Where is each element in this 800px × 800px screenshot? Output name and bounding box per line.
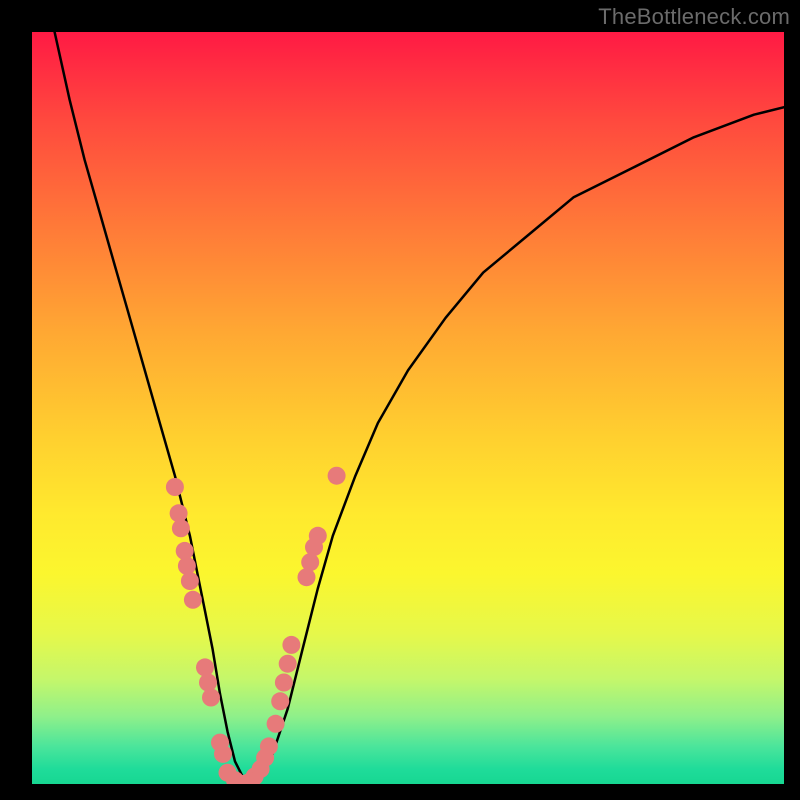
scatter-dot bbox=[282, 636, 300, 654]
chart-frame: TheBottleneck.com bbox=[0, 0, 800, 800]
scatter-dot bbox=[172, 519, 190, 537]
scatter-dot bbox=[199, 674, 217, 692]
scatter-dot bbox=[271, 692, 289, 710]
bottleneck-curve bbox=[55, 32, 784, 784]
chart-svg bbox=[32, 32, 784, 784]
scatter-dot bbox=[178, 557, 196, 575]
scatter-dot bbox=[328, 467, 346, 485]
scatter-dot bbox=[184, 591, 202, 609]
scatter-dot bbox=[260, 737, 278, 755]
scatter-dot bbox=[298, 568, 316, 586]
watermark-text: TheBottleneck.com bbox=[598, 4, 790, 30]
scatter-dot bbox=[301, 553, 319, 571]
scatter-dot bbox=[279, 655, 297, 673]
scatter-dot bbox=[275, 674, 293, 692]
scatter-dot bbox=[202, 689, 220, 707]
scatter-dot bbox=[267, 715, 285, 733]
scatter-dot bbox=[309, 527, 327, 545]
plot-area bbox=[32, 32, 784, 784]
scatter-dot bbox=[214, 745, 232, 763]
scatter-dot bbox=[181, 572, 199, 590]
scatter-dot bbox=[196, 658, 214, 676]
scatter-dot bbox=[166, 478, 184, 496]
